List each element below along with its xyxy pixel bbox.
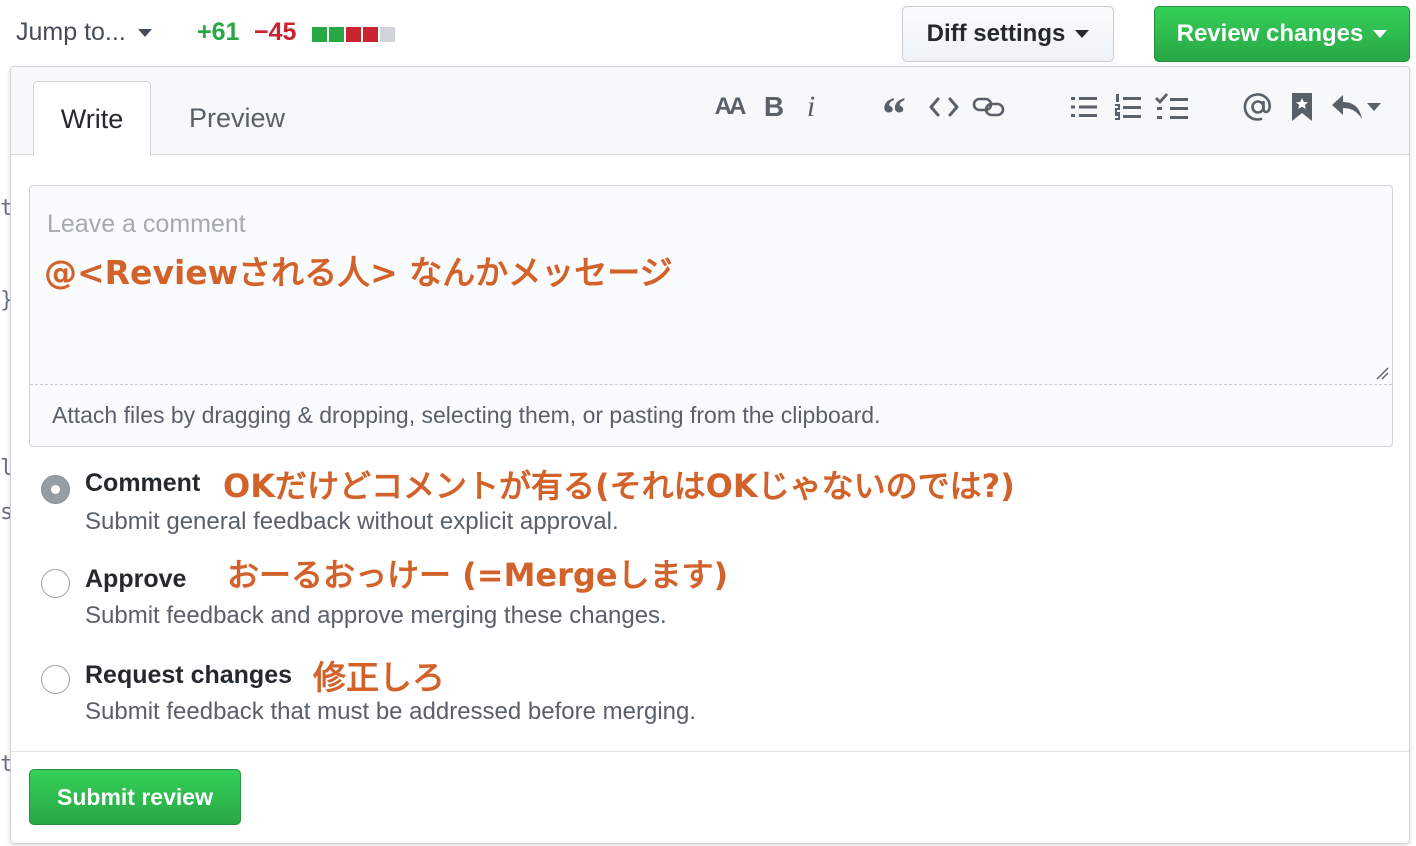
- bookmark-icon: [1292, 93, 1312, 121]
- submit-review-button[interactable]: Submit review: [29, 769, 241, 825]
- review-changes-button[interactable]: Review changes: [1154, 6, 1410, 62]
- diffstat-block: [329, 27, 344, 42]
- diff-settings-button[interactable]: Diff settings: [902, 6, 1114, 62]
- header-button[interactable]: AA: [709, 89, 749, 125]
- option-label: Comment: [85, 469, 201, 497]
- task-list-icon: [1155, 93, 1188, 119]
- review-popover: Write Preview AA B i “ Leave a comment @…: [10, 66, 1410, 844]
- mention-button[interactable]: [1241, 89, 1275, 125]
- tab-write[interactable]: Write: [33, 81, 151, 156]
- quote-icon: “: [882, 88, 906, 141]
- annotation-request-changes-option: 修正しろ: [313, 658, 445, 697]
- resize-grip-icon[interactable]: [1375, 366, 1389, 380]
- divider: [11, 751, 1409, 752]
- jump-to-label: Jump to...: [16, 18, 126, 46]
- header-icon: AA: [714, 93, 747, 120]
- option-label: Approve: [85, 565, 187, 593]
- code-icon: [929, 97, 959, 117]
- comment-textarea[interactable]: Leave a comment @<Reviewされる人> なんかメッセージ A…: [29, 185, 1393, 447]
- request-changes-radio[interactable]: [41, 665, 70, 694]
- comment-placeholder: Leave a comment: [47, 210, 246, 238]
- additions-count: +61: [197, 18, 240, 46]
- italic-button[interactable]: i: [799, 89, 823, 125]
- option-description: Submit general feedback without explicit…: [85, 508, 619, 535]
- task-list-button[interactable]: [1155, 89, 1189, 125]
- reply-icon: [1332, 95, 1362, 119]
- diffstat-bar: [312, 27, 395, 42]
- annotation-approve-option: おーるおっけー (=Mergeします): [227, 556, 729, 594]
- diffstat-block: [312, 27, 327, 42]
- link-button[interactable]: [971, 89, 1007, 125]
- bold-button[interactable]: B: [759, 89, 789, 125]
- saved-reply-button[interactable]: [1289, 89, 1315, 125]
- diffstat-block: [380, 27, 395, 42]
- diff-settings-label: Diff settings: [926, 20, 1066, 47]
- link-icon: [972, 97, 1005, 117]
- bulleted-list-button[interactable]: [1069, 89, 1099, 125]
- deletions-count: −45: [254, 18, 297, 46]
- mention-icon: [1243, 93, 1271, 121]
- attach-files-area[interactable]: Attach files by dragging & dropping, sel…: [30, 384, 1392, 446]
- diffstat-block: [363, 27, 378, 42]
- annotation-comment-option: OKだけどコメントが有る(それはOKじゃないのでは?): [223, 467, 1015, 505]
- editor-tabbar: Write Preview AA B i “: [11, 67, 1409, 156]
- italic-icon: i: [806, 90, 816, 123]
- quote-button[interactable]: “: [877, 89, 911, 139]
- review-changes-label: Review changes: [1176, 20, 1364, 47]
- reply-button[interactable]: [1331, 89, 1381, 125]
- tab-preview[interactable]: Preview: [161, 81, 313, 156]
- jump-to-dropdown[interactable]: Jump to...: [16, 18, 152, 47]
- caret-down-icon: [1367, 103, 1381, 111]
- approve-radio[interactable]: [41, 569, 70, 598]
- caret-down-icon: [1373, 30, 1388, 38]
- annotation-comment-box: @<Reviewされる人> なんかメッセージ: [44, 253, 673, 292]
- caret-down-icon: [1075, 30, 1090, 38]
- caret-down-icon: [137, 28, 152, 37]
- diffstat-block: [346, 27, 361, 42]
- numbered-list-button[interactable]: [1113, 89, 1143, 125]
- unordered-list-icon: [1071, 97, 1097, 117]
- option-description: Submit feedback and approve merging thes…: [85, 602, 667, 629]
- option-description: Submit feedback that must be addressed b…: [85, 698, 697, 725]
- ordered-list-icon: [1115, 94, 1141, 120]
- comment-radio[interactable]: [41, 475, 70, 504]
- option-label: Request changes: [85, 661, 293, 689]
- code-button[interactable]: [927, 89, 961, 125]
- bold-icon: B: [763, 91, 785, 122]
